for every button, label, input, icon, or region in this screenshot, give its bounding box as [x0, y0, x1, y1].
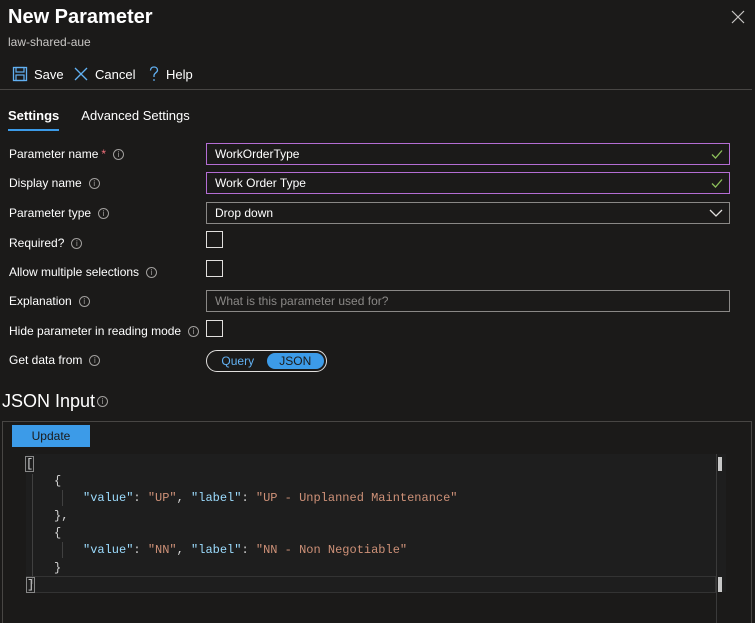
parameter-name-input[interactable]: WorkOrderType: [206, 143, 730, 165]
toggle-option-json[interactable]: JSON: [266, 353, 324, 369]
json-code-editor[interactable]: [ { "value": "UP", "label": "UP - Unplan…: [24, 454, 726, 593]
help-button[interactable]: Help: [148, 66, 193, 82]
cancel-icon: [74, 67, 88, 81]
hide-parameter-label-row: Hide parameter in reading mode i: [9, 320, 200, 342]
allow-multiple-checkbox[interactable]: [206, 260, 223, 277]
info-icon[interactable]: i: [113, 148, 125, 160]
checkmark-icon: [711, 179, 723, 188]
json-key: "label": [191, 491, 242, 505]
command-bar: Save Cancel Help: [0, 60, 752, 90]
tab-advanced-settings[interactable]: Advanced Settings: [81, 108, 189, 131]
json-string: "NN - Non Negotiable": [255, 543, 408, 557]
save-icon: [12, 66, 28, 82]
code-line: },: [54, 509, 69, 523]
code-line: [: [24, 456, 35, 473]
json-string: "UP": [147, 491, 177, 505]
allow-multiple-label-row: Allow multiple selections i: [9, 261, 158, 283]
editor-scrollbar[interactable]: [716, 454, 726, 623]
parameter-type-value: Drop down: [215, 206, 274, 220]
checkmark-icon: [711, 150, 723, 159]
parameter-name-value: WorkOrderType: [215, 147, 300, 161]
info-icon[interactable]: i: [88, 177, 100, 189]
save-button[interactable]: Save: [12, 66, 64, 82]
chevron-down-icon: [709, 209, 723, 217]
explanation-input[interactable]: What is this parameter used for?: [206, 290, 730, 312]
json-key: "value": [83, 491, 134, 505]
required-label: Required?: [9, 236, 65, 250]
json-input-heading-row: JSON Input i: [2, 391, 109, 412]
json-input-heading: JSON Input: [2, 391, 96, 411]
tab-strip: Settings Advanced Settings: [8, 108, 190, 131]
cancel-button[interactable]: Cancel: [73, 66, 135, 82]
explanation-placeholder: What is this parameter used for?: [215, 294, 389, 308]
allow-multiple-label: Allow multiple selections: [9, 265, 140, 279]
scrollbar-marker: [718, 577, 722, 592]
json-string: "NN": [147, 543, 177, 557]
tab-settings[interactable]: Settings: [8, 108, 60, 131]
code-bracket: [: [24, 456, 35, 472]
indent-guide: [62, 490, 63, 506]
json-key: "value": [83, 543, 134, 557]
info-icon[interactable]: i: [71, 237, 83, 249]
required-asterisk: *: [101, 147, 107, 161]
explanation-label: Explanation: [9, 294, 72, 308]
required-checkbox[interactable]: [206, 231, 223, 248]
parameter-type-dropdown[interactable]: Drop down: [206, 202, 730, 224]
required-label-row: Required? i: [9, 232, 83, 254]
panel-subtitle: law-shared-aue: [8, 35, 91, 49]
info-icon[interactable]: i: [188, 325, 200, 337]
indent-guide: [62, 542, 63, 558]
code-line: }: [54, 561, 62, 575]
close-icon[interactable]: [731, 10, 745, 24]
update-button[interactable]: Update: [12, 425, 90, 447]
help-icon: [149, 66, 159, 81]
info-icon[interactable]: i: [146, 266, 158, 278]
code-line: {: [54, 474, 62, 488]
scrollbar-marker: [718, 457, 722, 471]
hide-parameter-label: Hide parameter in reading mode: [9, 324, 182, 338]
explanation-label-row: Explanation i: [9, 290, 90, 312]
get-data-from-toggle: Query JSON: [206, 350, 327, 372]
parameter-type-label: Parameter type: [9, 206, 92, 220]
code-line-current: ]: [25, 576, 716, 593]
panel-title: New Parameter: [8, 6, 153, 28]
display-name-value: Work Order Type: [215, 176, 306, 190]
json-string: "UP - Unplanned Maintenance": [255, 491, 458, 505]
parameter-name-label-row: Parameter name * i: [9, 143, 125, 165]
get-data-from-label: Get data from: [9, 353, 83, 367]
save-label: Save: [34, 66, 64, 82]
help-label: Help: [166, 66, 193, 82]
code-line: {: [54, 526, 62, 540]
parameter-name-label: Parameter name: [9, 147, 99, 161]
code-line: "value": "UP", "label": "UP - Unplanned …: [83, 491, 458, 505]
parameter-type-label-row: Parameter type i: [9, 202, 110, 224]
json-key: "label": [191, 543, 242, 557]
display-name-input[interactable]: Work Order Type: [206, 172, 730, 194]
hide-parameter-checkbox[interactable]: [206, 320, 223, 337]
get-data-from-label-row: Get data from i: [9, 349, 101, 371]
cancel-label: Cancel: [95, 66, 136, 82]
info-icon[interactable]: i: [98, 207, 110, 219]
indent-guide: [32, 474, 33, 584]
code-line: "value": "NN", "label": "NN - Non Negoti…: [83, 543, 408, 557]
code-bracket: ]: [25, 577, 36, 593]
info-icon[interactable]: i: [89, 354, 101, 366]
display-name-label-row: Display name i: [9, 172, 100, 194]
info-icon[interactable]: i: [78, 295, 90, 307]
toggle-option-query[interactable]: Query: [209, 353, 267, 369]
display-name-label: Display name: [9, 176, 82, 190]
info-icon[interactable]: i: [97, 396, 109, 407]
